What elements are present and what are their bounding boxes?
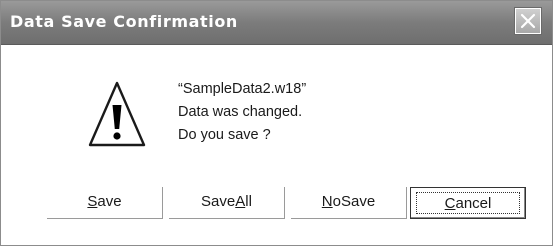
cancel-label-rest: ancel <box>455 195 492 212</box>
warning-icon <box>88 81 146 147</box>
close-icon <box>520 13 536 29</box>
title-bar[interactable]: Data Save Confirmation <box>1 1 552 45</box>
message-changed: Data was changed. <box>178 104 303 120</box>
save-mnemonic: S <box>87 193 98 210</box>
no-save-label-rest: oSave <box>332 193 376 210</box>
save-all-label-prefix: Save <box>201 193 236 210</box>
cancel-button[interactable]: Cancel <box>410 187 526 219</box>
save-label-rest: ave <box>97 193 122 210</box>
message-question: Do you save ? <box>178 127 271 143</box>
message-text: “SampleData2.w18” Data was changed. Do y… <box>178 78 306 147</box>
save-button[interactable]: Save <box>47 187 163 219</box>
message-filename: “SampleData2.w18” <box>178 81 307 97</box>
close-button[interactable] <box>514 7 542 35</box>
save-all-mnemonic: A <box>235 193 246 210</box>
no-save-button[interactable]: NoSave <box>291 187 407 219</box>
cancel-mnemonic: C <box>444 195 456 212</box>
save-all-button[interactable]: SaveAll <box>169 187 285 219</box>
save-all-label-rest: ll <box>245 193 252 210</box>
no-save-mnemonic: N <box>321 193 333 210</box>
cancel-focus-ring: Cancel <box>416 192 520 214</box>
save-confirmation-dialog: Data Save Confirmation “SampleData2.w18”… <box>0 0 553 246</box>
window-title: Data Save Confirmation <box>10 12 238 31</box>
